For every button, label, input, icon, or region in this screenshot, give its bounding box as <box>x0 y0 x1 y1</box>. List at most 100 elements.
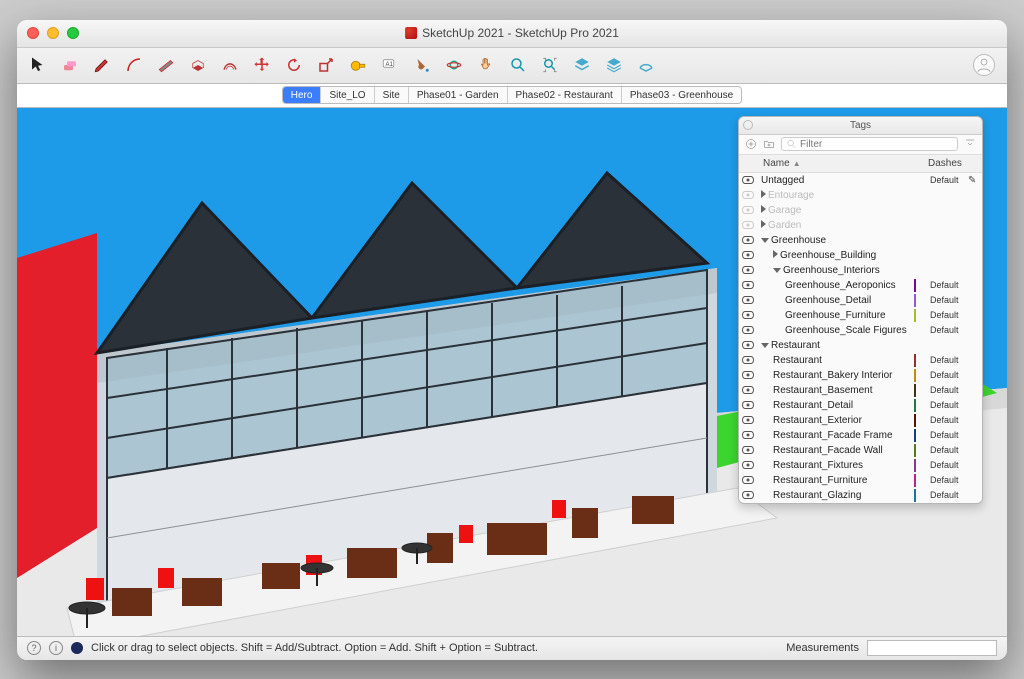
add-tag-icon[interactable] <box>745 138 757 150</box>
arc-tool-icon[interactable] <box>125 56 143 74</box>
tag-row[interactable]: Greenhouse_Building <box>739 248 982 263</box>
visibility-toggle-icon[interactable] <box>742 236 754 244</box>
dash-style-label[interactable]: Default <box>930 280 968 290</box>
text-tool-icon[interactable]: A1 <box>381 56 399 74</box>
tag-row[interactable]: Restaurant_FixturesDefault <box>739 458 982 473</box>
offset-tool-icon[interactable] <box>221 56 239 74</box>
visibility-toggle-icon[interactable] <box>742 191 754 199</box>
minimize-button[interactable] <box>47 27 59 39</box>
scene-tab-phase02-restaurant[interactable]: Phase02 - Restaurant <box>508 87 622 103</box>
tags-filter-input[interactable] <box>800 139 953 150</box>
tags-menu-icon[interactable] <box>964 138 976 150</box>
scene-tab-site-lo[interactable]: Site_LO <box>321 87 374 103</box>
orbit-tool-icon[interactable] <box>445 56 463 74</box>
dash-style-label[interactable]: Default <box>930 430 968 440</box>
visibility-toggle-icon[interactable] <box>742 431 754 439</box>
tag-row[interactable]: Restaurant_GlazingDefault <box>739 488 982 503</box>
tag-row[interactable]: Greenhouse_Interiors <box>739 263 982 278</box>
pan-tool-icon[interactable] <box>477 56 495 74</box>
dash-style-label[interactable]: Default <box>930 385 968 395</box>
tag-row[interactable]: RestaurantDefault <box>739 353 982 368</box>
close-button[interactable] <box>27 27 39 39</box>
tag-row[interactable]: Greenhouse <box>739 233 982 248</box>
col-name-header[interactable]: Name <box>763 158 790 169</box>
visibility-toggle-icon[interactable] <box>742 266 754 274</box>
scene-tab-site[interactable]: Site <box>375 87 409 103</box>
rectangle-tool-icon[interactable] <box>157 56 175 74</box>
visibility-toggle-icon[interactable] <box>742 386 754 394</box>
move-tool-icon[interactable] <box>253 56 271 74</box>
visibility-toggle-icon[interactable] <box>742 461 754 469</box>
visibility-toggle-icon[interactable] <box>742 296 754 304</box>
visibility-toggle-icon[interactable] <box>742 446 754 454</box>
tag-row[interactable]: Greenhouse_AeroponicsDefault <box>739 278 982 293</box>
sandbox-tool-icon[interactable] <box>637 56 655 74</box>
tag-row[interactable]: Restaurant_DetailDefault <box>739 398 982 413</box>
layers-tool-icon[interactable] <box>573 56 591 74</box>
visibility-toggle-icon[interactable] <box>742 491 754 499</box>
paint-tool-icon[interactable] <box>413 56 431 74</box>
color-swatch[interactable] <box>914 354 916 367</box>
visibility-toggle-icon[interactable] <box>742 401 754 409</box>
add-folder-icon[interactable] <box>763 138 775 150</box>
color-swatch[interactable] <box>914 489 916 502</box>
visibility-toggle-icon[interactable] <box>742 176 754 184</box>
dash-style-label[interactable]: Default <box>930 310 968 320</box>
visibility-toggle-icon[interactable] <box>742 221 754 229</box>
scene-tab-hero[interactable]: Hero <box>283 87 322 103</box>
dash-style-label[interactable]: Default <box>930 445 968 455</box>
visibility-toggle-icon[interactable] <box>742 476 754 484</box>
edit-icon[interactable]: ✎ <box>968 175 982 186</box>
color-swatch[interactable] <box>914 429 916 442</box>
rotate-tool-icon[interactable] <box>285 56 303 74</box>
tag-row[interactable]: Greenhouse_FurnitureDefault <box>739 308 982 323</box>
tag-row[interactable]: UntaggedDefault✎ <box>739 173 982 188</box>
color-swatch[interactable] <box>914 474 916 487</box>
dash-style-label[interactable]: Default <box>930 355 968 365</box>
color-swatch[interactable] <box>914 309 916 322</box>
user-avatar-button[interactable] <box>973 54 995 76</box>
visibility-toggle-icon[interactable] <box>742 326 754 334</box>
help-icon[interactable]: ? <box>27 641 41 655</box>
tag-row[interactable]: Restaurant_BasementDefault <box>739 383 982 398</box>
visibility-toggle-icon[interactable] <box>742 311 754 319</box>
zoom-button[interactable] <box>67 27 79 39</box>
tags-panel-header[interactable]: Tags <box>739 117 982 135</box>
tag-row[interactable]: Garden <box>739 218 982 233</box>
zoom-extents-tool-icon[interactable] <box>541 56 559 74</box>
scene-tab-phase01-garden[interactable]: Phase01 - Garden <box>409 87 508 103</box>
measurements-input[interactable] <box>867 640 997 656</box>
visibility-toggle-icon[interactable] <box>742 356 754 364</box>
tag-row[interactable]: Restaurant <box>739 338 982 353</box>
select-tool-icon[interactable] <box>29 56 47 74</box>
tags-panel[interactable]: Tags Name▲ Dashes UntaggedDefault✎Entour… <box>738 116 983 504</box>
pencil-tool-icon[interactable] <box>93 56 111 74</box>
dash-style-label[interactable]: Default <box>930 325 968 335</box>
color-swatch[interactable] <box>914 279 916 292</box>
tag-row[interactable]: Restaurant_Facade WallDefault <box>739 443 982 458</box>
section-tool-icon[interactable] <box>605 56 623 74</box>
dash-style-label[interactable]: Default <box>930 295 968 305</box>
color-swatch[interactable] <box>914 459 916 472</box>
visibility-toggle-icon[interactable] <box>742 251 754 259</box>
zoom-tool-icon[interactable] <box>509 56 527 74</box>
tag-row[interactable]: Garage <box>739 203 982 218</box>
tag-row[interactable]: Restaurant_Bakery InteriorDefault <box>739 368 982 383</box>
color-swatch[interactable] <box>914 414 916 427</box>
tag-row[interactable]: Restaurant_FurnitureDefault <box>739 473 982 488</box>
tag-row[interactable]: Entourage <box>739 188 982 203</box>
color-swatch[interactable] <box>914 444 916 457</box>
visibility-toggle-icon[interactable] <box>742 206 754 214</box>
geo-icon[interactable] <box>71 642 83 654</box>
visibility-toggle-icon[interactable] <box>742 281 754 289</box>
dash-style-label[interactable]: Default <box>930 370 968 380</box>
color-swatch[interactable] <box>914 384 916 397</box>
eraser-tool-icon[interactable] <box>61 56 79 74</box>
scene-tab-phase03-greenhouse[interactable]: Phase03 - Greenhouse <box>622 87 741 103</box>
dash-style-label[interactable]: Default <box>930 490 968 500</box>
dash-style-label[interactable]: Default <box>930 400 968 410</box>
tag-row[interactable]: Greenhouse_DetailDefault <box>739 293 982 308</box>
dash-style-label[interactable]: Default <box>930 460 968 470</box>
color-swatch[interactable] <box>914 294 916 307</box>
tag-row[interactable]: Restaurant_ExteriorDefault <box>739 413 982 428</box>
